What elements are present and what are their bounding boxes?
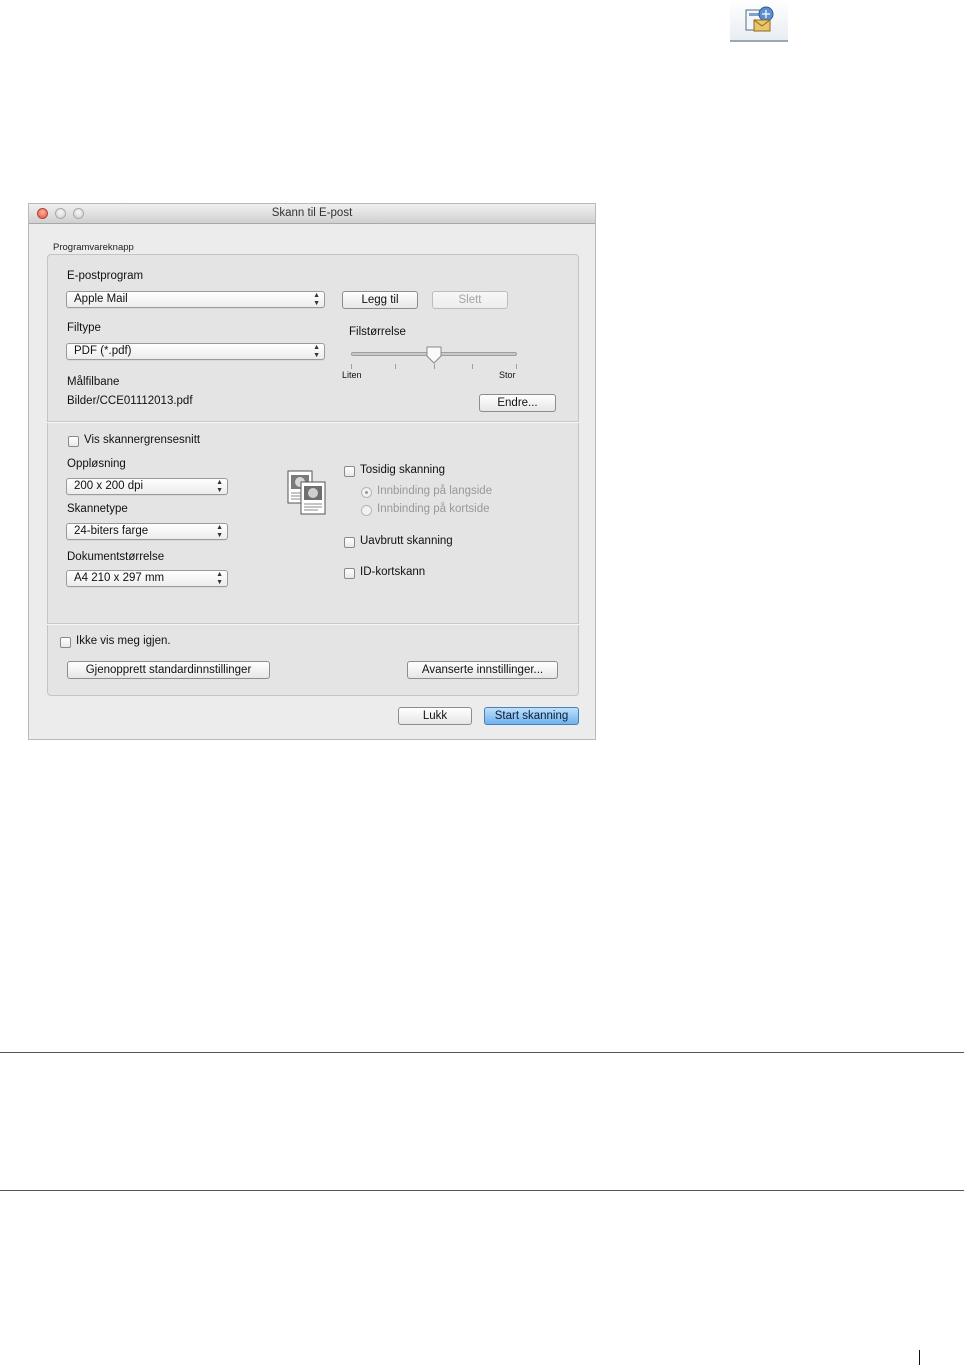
scan-to-email-toolbar-icon[interactable] [730, 0, 788, 42]
slider-tick [434, 364, 435, 369]
continuous-scan-label: Uavbrutt skanning [360, 535, 453, 547]
window-title: Skann til E-post [271, 207, 353, 219]
long-edge-radio[interactable] [361, 487, 372, 498]
select-arrows-icon: ▲ ▼ [216, 571, 223, 586]
target-path-value: Bilder/CCE01112013.pdf [67, 395, 193, 407]
window-titlebar: Skann til E-post [29, 204, 595, 224]
duplex-label: Tosidig skanning [360, 464, 446, 476]
email-program-select[interactable]: Apple Mail ▲ ▼ [66, 291, 325, 308]
start-scan-button[interactable]: Start skanning [484, 707, 579, 725]
resolution-select[interactable]: 200 x 200 dpi ▲ ▼ [66, 478, 228, 495]
advanced-settings-button[interactable]: Avanserte innstillinger... [407, 661, 558, 679]
long-edge-label: Innbinding på langside [377, 485, 493, 497]
slider-tick [351, 364, 352, 369]
restore-defaults-button[interactable]: Gjenopprett standardinnstillinger [67, 661, 270, 679]
delete-button[interactable]: Slett [432, 291, 508, 309]
document-size-value: A4 210 x 297 mm [74, 572, 165, 584]
close-button[interactable]: Lukk [398, 707, 472, 725]
dont-show-again-label: Ikke vis meg igjen. [76, 635, 171, 647]
change-path-button[interactable]: Endre... [479, 394, 556, 412]
show-scanner-interface-checkbox[interactable] [68, 436, 79, 447]
file-type-value: PDF (*.pdf) [74, 345, 132, 357]
resolution-label: Oppløsning [67, 458, 126, 470]
file-type-select[interactable]: PDF (*.pdf) ▲ ▼ [66, 343, 325, 360]
slider-tick [472, 364, 473, 369]
duplex-document-icon [287, 470, 326, 515]
short-edge-label: Innbinding på kortside [377, 503, 490, 515]
scan-to-email-icon [745, 6, 774, 32]
file-size-max-label: Stor [499, 370, 516, 380]
file-type-label: Filtype [67, 322, 101, 334]
file-size-label: Filstørrelse [349, 326, 406, 338]
group-label: Programvareknapp [53, 242, 134, 253]
show-scanner-interface-label: Vis skannergrensesnitt [84, 434, 201, 446]
section-divider [47, 421, 579, 423]
id-card-scan-checkbox[interactable] [344, 568, 355, 579]
id-card-scan-label: ID-kortskann [360, 566, 426, 578]
duplex-checkbox[interactable] [344, 466, 355, 477]
scan-type-label: Skannetype [67, 503, 128, 515]
document-size-label: Dokumentstørrelse [67, 551, 165, 563]
slider-tick [395, 364, 396, 369]
scan-to-email-dialog: Skann til E-post Programvareknapp E-post… [28, 203, 596, 740]
scan-type-select[interactable]: 24-biters farge ▲ ▼ [66, 523, 228, 540]
short-edge-radio[interactable] [361, 505, 372, 516]
page-rule [0, 1190, 964, 1191]
target-path-label: Målfilbane [67, 376, 120, 388]
select-arrows-icon: ▲ ▼ [313, 292, 320, 307]
resolution-value: 200 x 200 dpi [74, 480, 144, 492]
scan-type-value: 24-biters farge [74, 525, 149, 537]
page-rule [0, 1052, 964, 1053]
slider-tick [516, 364, 517, 369]
page-margin-marker [919, 1350, 920, 1365]
select-arrows-icon: ▲ ▼ [216, 479, 223, 494]
document-size-select[interactable]: A4 210 x 297 mm ▲ ▼ [66, 570, 228, 587]
section-divider [47, 623, 579, 625]
select-arrows-icon: ▲ ▼ [216, 524, 223, 539]
select-arrows-icon: ▲ ▼ [313, 344, 320, 359]
email-program-value: Apple Mail [74, 293, 128, 305]
file-size-slider-thumb[interactable] [426, 346, 442, 364]
file-size-min-label: Liten [342, 370, 362, 380]
continuous-scan-checkbox[interactable] [344, 537, 355, 548]
dont-show-again-checkbox[interactable] [60, 637, 71, 648]
add-button[interactable]: Legg til [342, 291, 418, 309]
email-program-label: E-postprogram [67, 270, 144, 282]
